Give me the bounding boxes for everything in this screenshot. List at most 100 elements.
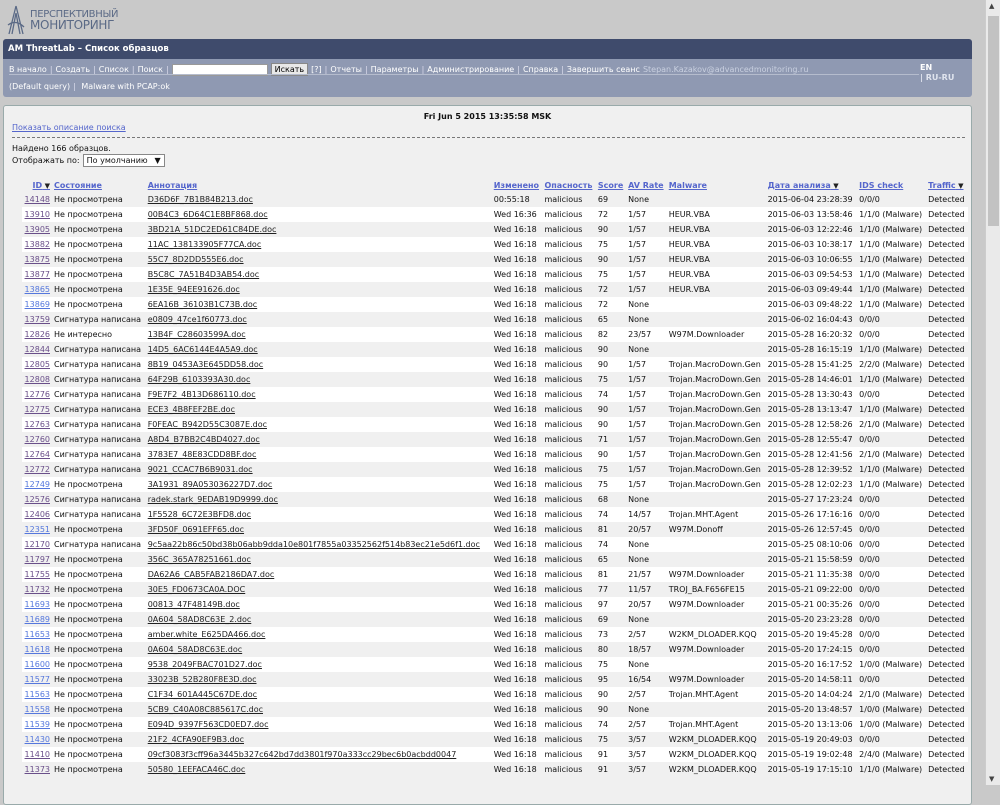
annotation-link[interactable]: 55C7_8D2DD555E6.doc [148,255,244,264]
annotation-link[interactable]: C1F34_601A445C67DE.doc [148,690,257,699]
annotation-link[interactable]: radek.stark_9EDAB19D9999.doc [148,495,278,504]
table-row[interactable]: 11577 Не просмотрена 33023B_52B280F8E3D.do… [22,672,968,687]
sample-id-link[interactable]: 11653 [25,630,50,639]
column-header-label[interactable]: Опасность [544,181,592,190]
column-header-label[interactable]: Состояние [54,181,102,190]
sample-id-link[interactable]: 11755 [25,570,50,579]
column-header-label[interactable]: ID [33,181,43,190]
sample-id-link[interactable]: 12760 [25,435,50,444]
query-malware-pcap[interactable]: Malware with PCAP:ok [81,82,170,91]
table-row[interactable]: 13882 Не просмотрена 11AC_138133905F77CA.d… [22,237,968,252]
sample-id-link[interactable]: 11430 [25,735,50,744]
sample-id-link[interactable]: 12749 [25,480,50,489]
annotation-link[interactable]: D36D6F_7B1B84B213.doc [148,195,253,204]
sample-id-link[interactable]: 11563 [25,690,50,699]
annotation-link[interactable]: 64F29B_6103393A30.doc [148,375,251,384]
table-row[interactable]: 11693 Не просмотрена 00813_47F48149B.doc We… [22,597,968,612]
annotation-link[interactable]: 0A604_58AD8C63E.doc [148,645,242,654]
annotation-link[interactable]: 1E35E_94EE91626.doc [148,285,240,294]
annotation-link[interactable]: DA62A6_CAB5FAB2186DA7.doc [148,570,275,579]
table-row[interactable]: 13869 Не просмотрена 6EA16B_36103B1C73B.do… [22,297,968,312]
sample-id-link[interactable]: 11539 [25,720,50,729]
lang-ru[interactable]: | RU-RU [920,73,954,83]
annotation-link[interactable]: 9538_2049FBAC701D27.doc [148,660,262,669]
column-header-label[interactable]: Score [598,181,623,190]
sample-id-link[interactable]: 11618 [25,645,50,654]
annotation-link[interactable]: ECE3_4B8FEF2BE.doc [148,405,235,414]
table-row[interactable]: 11558 Не просмотрена 5CB9_C40A08C885617C.d… [22,702,968,717]
column-header-label[interactable]: Изменено [494,181,539,190]
table-row[interactable]: 12776 Сигнатура написана F9E7F2_4B13D68611… [22,387,968,402]
annotation-link[interactable]: 9c5aa22b86c50bd38b06abb9dda10e801f7855a0… [148,540,480,549]
sample-id-link[interactable]: 12844 [25,345,50,354]
sample-id-link[interactable]: 12351 [25,525,50,534]
column-header-label[interactable]: AV Rate [628,181,663,190]
column-header-label[interactable]: Дата анализа [768,181,831,190]
nav-home[interactable]: В начало [9,65,47,74]
nav-admin[interactable]: Администрирование [427,65,514,74]
annotation-link[interactable]: 9021_CCAC7B6B9031.doc [148,465,253,474]
sample-id-link[interactable]: 11797 [25,555,50,564]
table-row[interactable]: 12170 Сигнатура написана 9c5aa22b86c50bd38… [22,537,968,552]
annotation-link[interactable]: amber.white_E625DA466.doc [148,630,266,639]
nav-create[interactable]: Создать [56,65,91,74]
annotation-link[interactable]: 8B19_0453A3E645DD58.doc [148,360,263,369]
annotation-link[interactable]: 11AC_138133905F77CA.doc [148,240,262,249]
table-row[interactable]: 11539 Не просмотрена E094D_9397F563CD0ED7.… [22,717,968,732]
sort-arrow-icon[interactable]: ▼ [42,182,50,190]
sample-id-link[interactable]: 12805 [25,360,50,369]
table-row[interactable]: 12764 Сигнатура написана 3783E7_48E83CDD8B… [22,447,968,462]
sample-id-link[interactable]: 11558 [25,705,50,714]
sort-arrow-icon[interactable]: ▼ [831,182,838,190]
column-header-label[interactable]: Malware [669,181,707,190]
table-row[interactable]: 11373 Не просмотрена 50580_1EEFACA46C.doc W… [22,762,968,777]
annotation-link[interactable]: 21F2_4CFA90EF9B3.doc [148,735,244,744]
table-row[interactable]: 11563 Не просмотрена C1F34_601A445C67DE.do… [22,687,968,702]
sample-id-link[interactable]: 12170 [25,540,50,549]
sample-id-link[interactable]: 11732 [25,585,50,594]
sample-id-link[interactable]: 12826 [25,330,50,339]
scroll-down-icon[interactable]: ▼ [989,775,994,783]
sort-arrow-icon[interactable]: ▼ [956,182,963,190]
column-header-av-rate[interactable]: AV Rate [626,178,667,192]
annotation-link[interactable]: B5C8C_7A51B4D3AB54.doc [148,270,259,279]
sample-id-link[interactable]: 13882 [25,240,50,249]
sample-id-link[interactable]: 13877 [25,270,50,279]
annotation-link[interactable]: 09cf3083f3cff96a3445b327c642bd7dd3801f97… [148,750,457,759]
column-header-traffic[interactable]: Traffic ▼ [926,178,968,192]
column-header-label[interactable]: IDS check [859,181,903,190]
table-row[interactable]: 11755 Не просмотрена DA62A6_CAB5FAB2186DA7… [22,567,968,582]
table-row[interactable]: 13865 Не просмотрена 1E35E_94EE91626.doc We… [22,282,968,297]
nav-logout[interactable]: Завершить сеанс [567,65,640,74]
table-row[interactable]: 12805 Сигнатура написана 8B19_0453A3E645DD… [22,357,968,372]
annotation-link[interactable]: F9E7F2_4B13D686110.doc [148,390,256,399]
table-row[interactable]: 12808 Сигнатура написана 64F29B_6103393A30… [22,372,968,387]
table-row[interactable]: 12576 Сигнатура написана radek.stark_9EDAB… [22,492,968,507]
annotation-link[interactable]: 00813_47F48149B.doc [148,600,240,609]
annotation-link[interactable]: 3A1931_89A053036227D7.doc [148,480,273,489]
sample-id-link[interactable]: 13875 [25,255,50,264]
annotation-link[interactable]: 6EA16B_36103B1C73B.doc [148,300,257,309]
scroll-up-icon[interactable]: ▲ [989,2,994,10]
sample-id-link[interactable]: 12808 [25,375,50,384]
show-search-description-link[interactable]: Показать описание поиска [12,123,126,132]
annotation-link[interactable]: 3783E7_48E83CDD8BF.doc [148,450,257,459]
sample-id-link[interactable]: 13865 [25,285,50,294]
column-header-analysis-date[interactable]: Дата анализа ▼ [766,178,858,192]
annotation-link[interactable]: 3BD21A_51DC2ED61C84DE.doc [148,225,277,234]
logo[interactable]: ПЕРСПЕКТИВНЫЙ МОНИТОРИНГ [6,4,118,36]
table-row[interactable]: 13875 Не просмотрена 55C7_8D2DD555E6.doc We… [22,252,968,267]
sample-id-link[interactable]: 11410 [25,750,50,759]
table-row[interactable]: 12772 Сигнатура написана 9021_CCAC7B6B9031… [22,462,968,477]
annotation-link[interactable]: F0FEAC_B942D55C3087E.doc [148,420,267,429]
table-row[interactable]: 11653 Не просмотрена amber.white_E625DA466… [22,627,968,642]
sample-id-link[interactable]: 13905 [25,225,50,234]
column-header-malware[interactable]: Malware [667,178,766,192]
table-row[interactable]: 14148 Не просмотрена D36D6F_7B1B84B213.doc… [22,192,968,207]
table-row[interactable]: 13877 Не просмотрена B5C8C_7A51B4D3AB54.do… [22,267,968,282]
annotation-link[interactable]: 33023B_52B280F8E3D.doc [148,675,257,684]
sample-id-link[interactable]: 11577 [25,675,50,684]
column-header-ids-check[interactable]: IDS check [857,178,926,192]
table-row[interactable]: 11600 Не просмотрена 9538_2049FBAC701D27.d… [22,657,968,672]
annotation-link[interactable]: 14D5_6AC6144E4A5A9.doc [148,345,258,354]
